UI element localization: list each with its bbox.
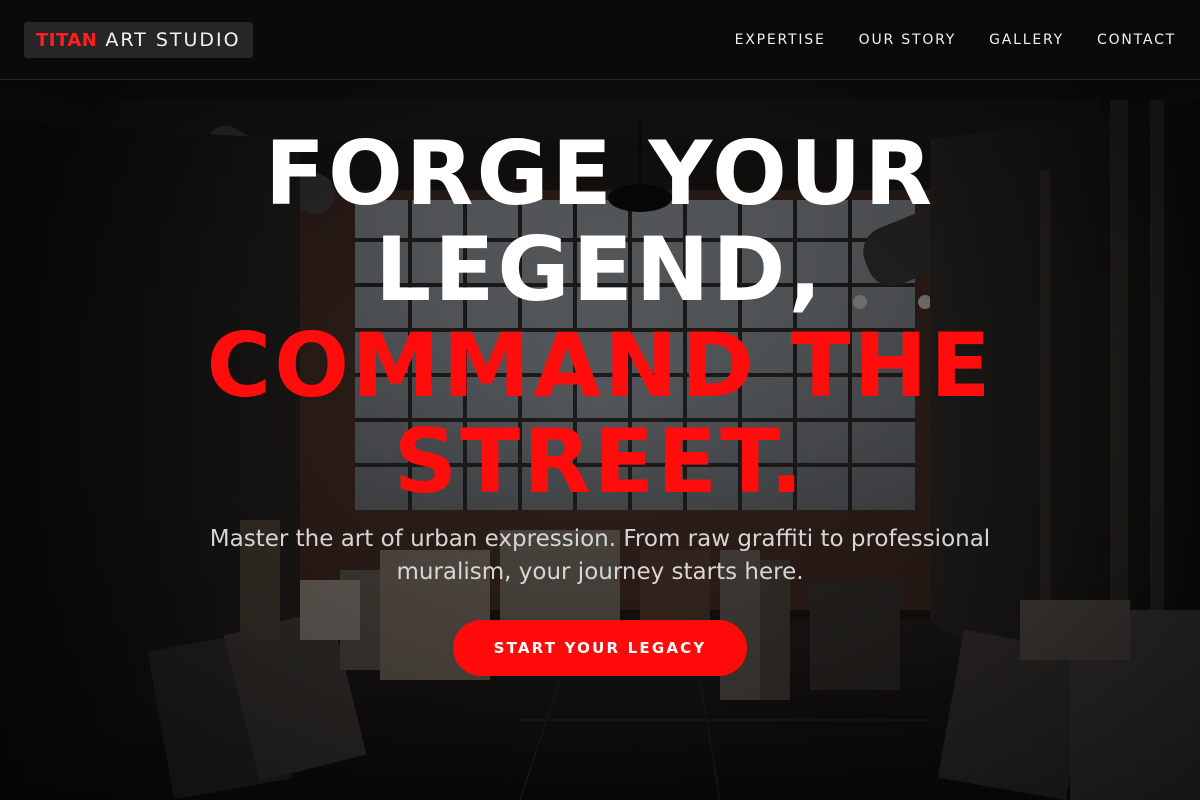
headline-line-3: COMMAND THE [206, 314, 994, 417]
nav-link-gallery[interactable]: GALLERY [989, 32, 1064, 48]
logo-brand-text: TITAN [36, 29, 98, 51]
nav-link-contact[interactable]: CONTACT [1097, 32, 1176, 48]
hero-section: FORGE YOUR LEGEND, COMMAND THE STREET. M… [0, 80, 1200, 800]
start-your-legacy-button[interactable]: START YOUR LEGACY [453, 620, 747, 676]
logo-studio-text: ART STUDIO [105, 29, 241, 51]
nav-link-expertise[interactable]: EXPERTISE [735, 32, 826, 48]
site-header: TITAN ART STUDIO EXPERTISE OUR STORY GAL… [0, 0, 1200, 80]
headline-line-4: STREET. [393, 410, 807, 513]
headline-line-1: FORGE YOUR [264, 122, 936, 225]
hero-subtitle: Master the art of urban expression. From… [209, 526, 991, 585]
nav-link-our-story[interactable]: OUR STORY [859, 32, 957, 48]
main-nav: EXPERTISE OUR STORY GALLERY CONTACT [735, 0, 1176, 80]
headline-line-2: LEGEND, [375, 218, 825, 321]
hero-headline: FORGE YOUR LEGEND, COMMAND THE STREET. [0, 126, 1200, 510]
site-logo[interactable]: TITAN ART STUDIO [24, 22, 253, 58]
landing-page: TITAN ART STUDIO EXPERTISE OUR STORY GAL… [0, 0, 1200, 800]
